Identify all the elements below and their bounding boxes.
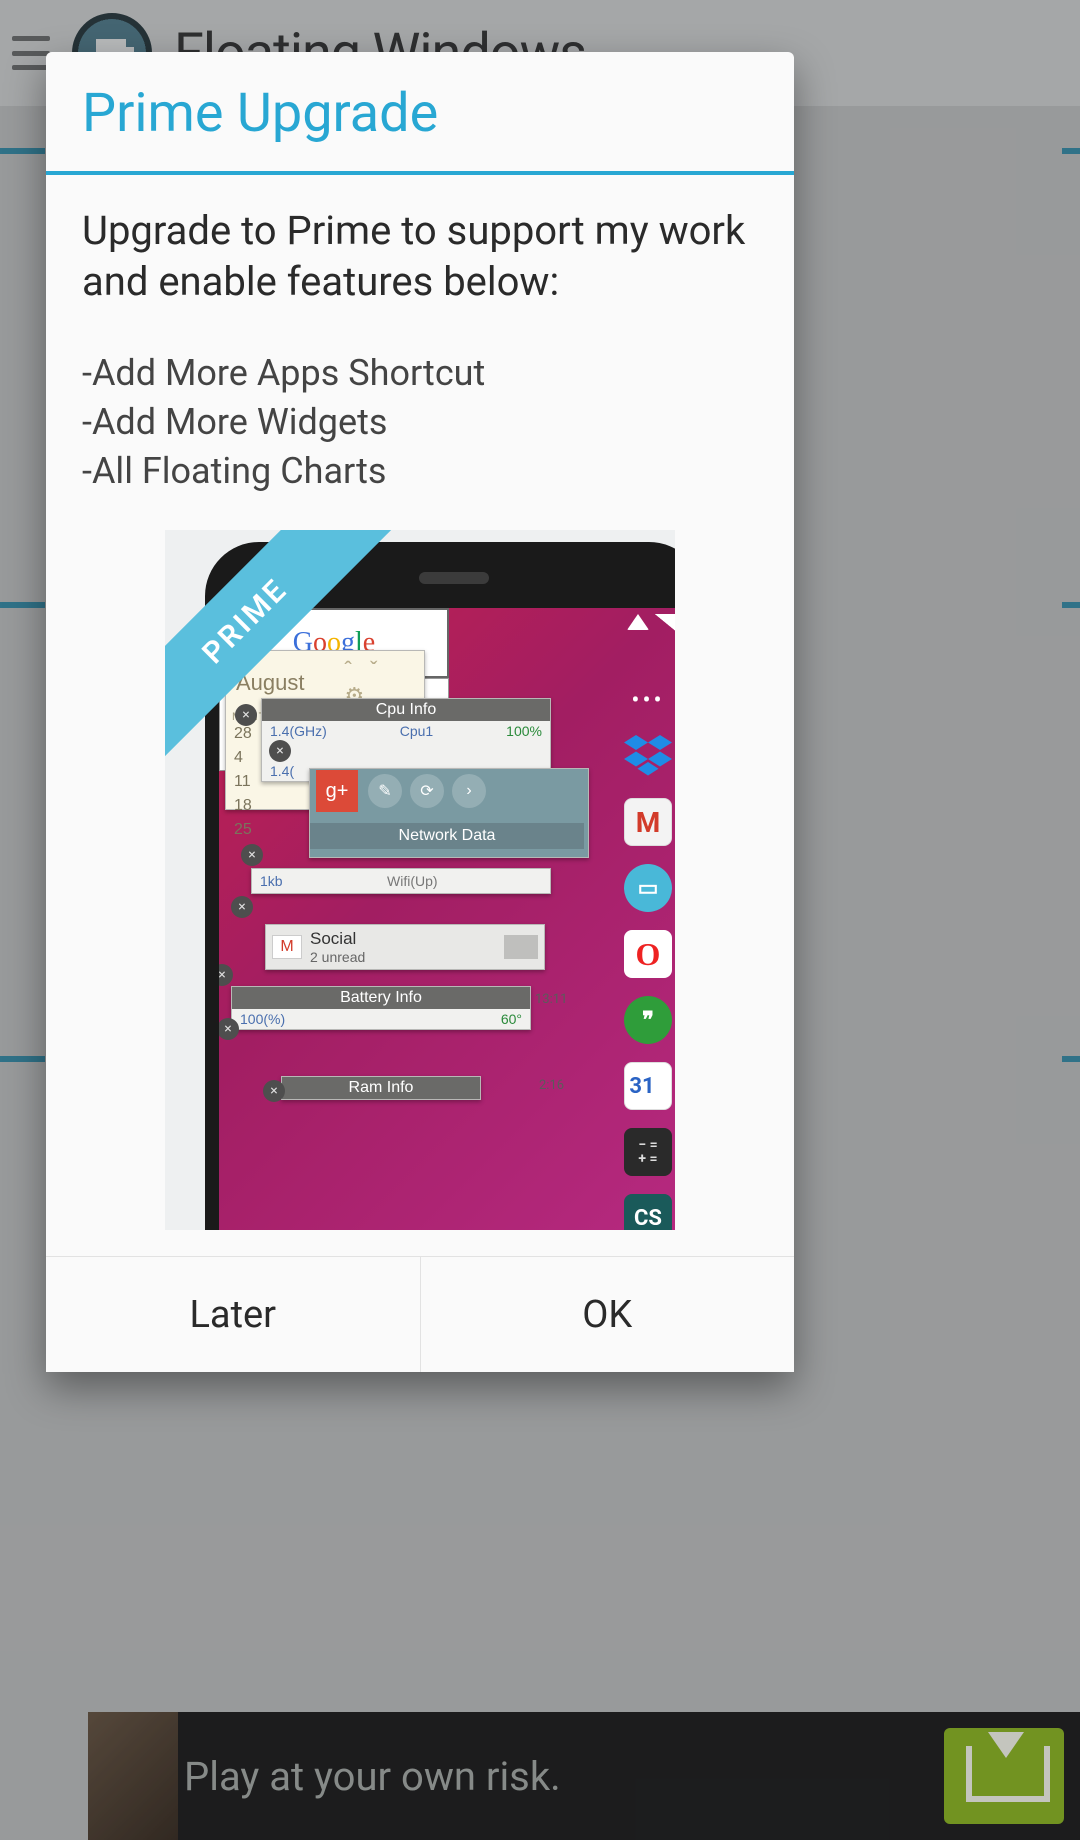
- calendar-icon: 31: [624, 1062, 672, 1110]
- ram-window: Ram Info: [281, 1076, 481, 1100]
- more-icon: •••: [631, 686, 664, 714]
- close-icon: ×: [241, 844, 263, 866]
- calculator-icon: − = + =: [624, 1128, 672, 1176]
- chevron-right-icon: ›: [452, 774, 486, 808]
- close-icon: ×: [219, 1018, 239, 1040]
- time-label: 13:11: [535, 992, 567, 1007]
- dialog-body: Upgrade to Prime to support my work and …: [46, 175, 794, 1256]
- gplus-icon: g+: [316, 770, 358, 812]
- gmail-icon: M: [272, 935, 302, 959]
- dropbox-icon: [624, 732, 672, 780]
- feature-item: -Add More Widgets: [82, 398, 758, 447]
- cs-icon: CS: [624, 1194, 672, 1230]
- wifi-window: 1kbWifi(Up): [251, 868, 551, 894]
- hangouts-icon: ❞: [624, 996, 672, 1044]
- statusbar: [627, 614, 675, 632]
- feature-list: -Add More Apps Shortcut -Add More Widget…: [82, 349, 758, 496]
- close-icon: ×: [219, 964, 233, 986]
- dialog-title: Prime Upgrade: [46, 52, 794, 175]
- envelope-icon: [504, 935, 538, 959]
- prime-upgrade-dialog: Prime Upgrade Upgrade to Prime to suppor…: [46, 52, 794, 1372]
- dock: ••• M ▭ O ❞ 31 − = + = CS: [613, 678, 675, 1230]
- windows-icon: ▭: [624, 864, 672, 912]
- social-window: M Social2 unread: [265, 924, 545, 970]
- dialog-lead: Upgrade to Prime to support my work and …: [82, 205, 758, 307]
- gmail-icon: M: [624, 798, 672, 846]
- opera-icon: O: [624, 930, 672, 978]
- wifi-icon: [627, 614, 649, 632]
- phone-speaker-icon: [419, 572, 489, 584]
- phone-screen: ••• M ▭ O ❞ 31 − = + = CS Aug: [219, 608, 675, 1230]
- edit-icon: ✎: [368, 774, 402, 808]
- network-window: g+ ✎ ⟳ › Network Data: [309, 768, 589, 858]
- refresh-icon: ⟳: [410, 774, 444, 808]
- later-button[interactable]: Later: [46, 1257, 420, 1372]
- signal-icon: [655, 614, 675, 632]
- feature-item: -All Floating Charts: [82, 447, 758, 496]
- ok-button[interactable]: OK: [420, 1257, 795, 1372]
- close-icon: ×: [231, 896, 253, 918]
- feature-item: -Add More Apps Shortcut: [82, 349, 758, 398]
- battery-window: Battery Info 100(%)60°: [231, 986, 531, 1030]
- time-label: 2:16: [539, 1078, 564, 1093]
- dialog-actions: Later OK: [46, 1256, 794, 1372]
- promo-image: ••• M ▭ O ❞ 31 − = + = CS Aug: [165, 530, 675, 1230]
